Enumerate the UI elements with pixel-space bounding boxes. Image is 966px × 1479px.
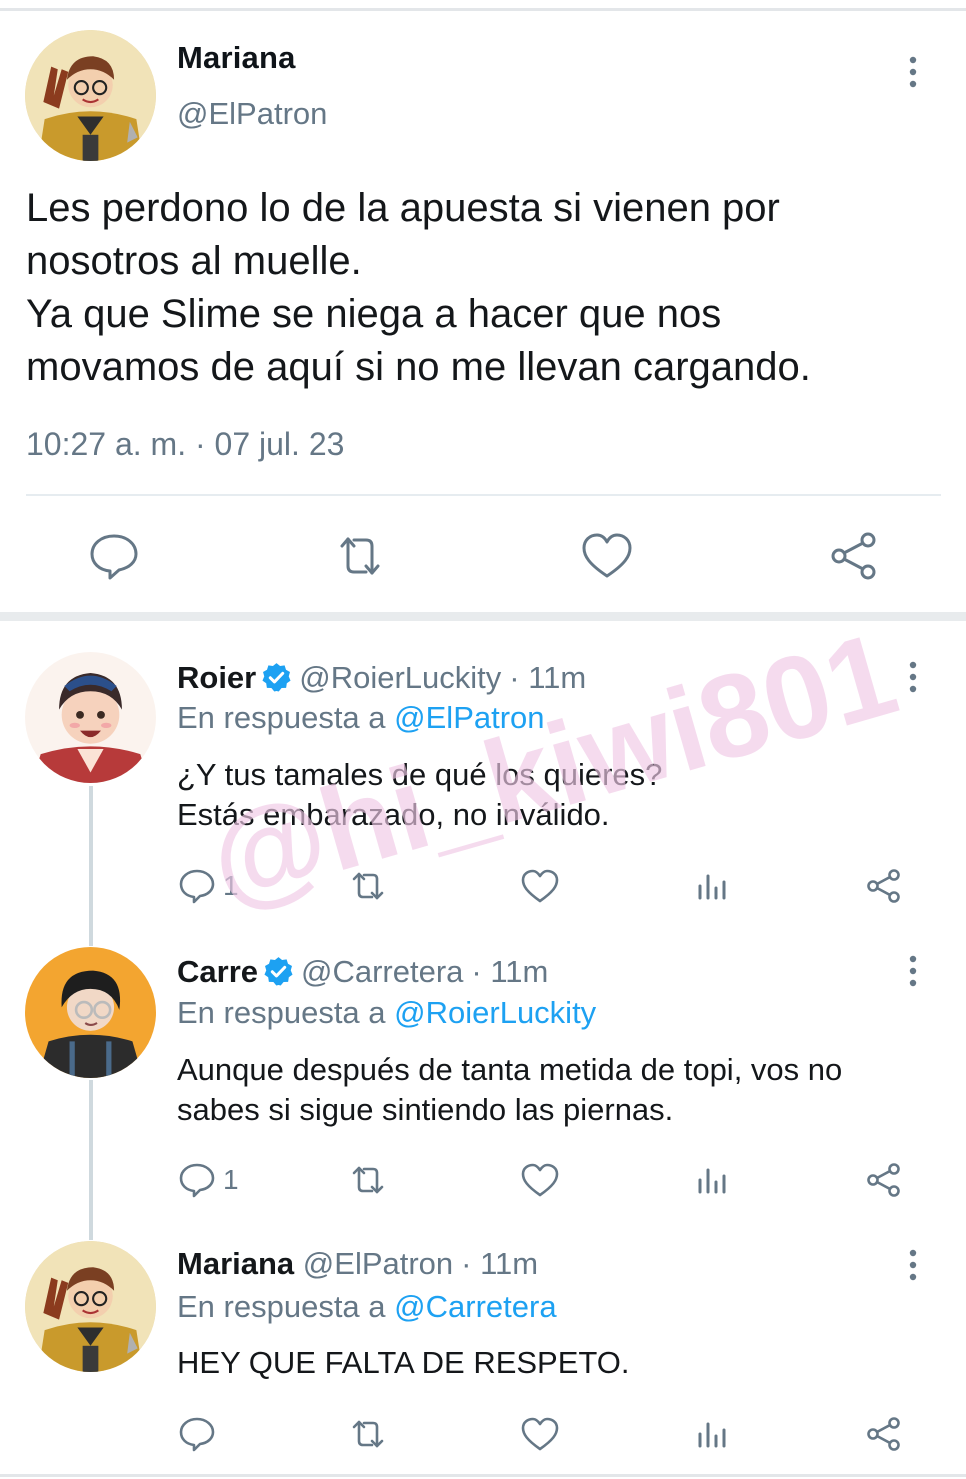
analytics-button[interactable] [692,1412,732,1456]
comment-icon [179,869,215,904]
main-tweet-line: nosotros al muelle. [26,239,362,283]
retweet-icon [352,872,384,900]
reply-button[interactable] [86,528,142,584]
main-tweet-line: Les perdono lo de la apuesta si vienen p… [26,186,780,230]
reply-time: · 11m [471,954,549,989]
reply-text-line: ¿Y tus tamales de qué los quieres? [177,757,663,792]
reply-button[interactable]: 1 [177,864,239,908]
reply-button[interactable] [177,1412,217,1456]
thread-line [89,786,93,946]
main-tweet-line: movamos de aquí si no me llevan cargando… [26,345,811,389]
reply-target-link[interactable]: @ElPatron [394,700,544,735]
more-options-icon[interactable] [898,951,928,991]
reply-text: ¿Y tus tamales de qué los quieres? Estás… [177,755,947,835]
like-button[interactable] [520,864,560,908]
heart-icon [521,1417,559,1451]
reply-author-handle[interactable]: @RoierLuckity [299,660,501,695]
share-button[interactable] [864,1412,904,1456]
like-button[interactable] [579,528,635,584]
like-button[interactable] [520,1412,560,1456]
reply-context: En respuesta a @Carretera [177,1289,557,1325]
share-icon [831,532,876,580]
share-icon [867,1163,900,1197]
reply-context: En respuesta a @ElPatron [177,700,545,736]
analytics-button[interactable] [692,1158,732,1202]
avatar-carre[interactable] [25,947,156,1078]
retweet-icon [352,1420,384,1448]
retweet-button[interactable] [348,1158,388,1202]
analytics-icon [698,1168,726,1194]
bottom-divider [0,1474,966,1477]
reply-count: 1 [223,1164,239,1195]
heart-icon [582,533,632,578]
like-button[interactable] [520,1158,560,1202]
reply-author-name[interactable]: Roier [177,660,256,695]
reply-text: Aunque después de tanta metida de topi, … [177,1050,947,1130]
main-author-handle[interactable]: @ElPatron [177,96,327,132]
reply-button[interactable]: 1 [177,1158,239,1202]
thread-line [89,1080,93,1240]
reply-target-link[interactable]: @Carretera [394,1289,556,1324]
retweet-button[interactable] [348,864,388,908]
reply-text-line: Estás embarazado, no inválido. [177,797,610,832]
verified-badge-icon [264,957,293,986]
main-tweet-line: Ya que Slime se niega a hacer que nos [26,292,722,336]
reply-text: HEY QUE FALTA DE RESPETO. [177,1343,947,1383]
more-options-icon[interactable] [898,1245,928,1285]
section-separator [0,612,966,621]
reply-header: Roier @RoierLuckity · 11m [177,660,586,696]
verified-badge-icon [262,663,291,692]
retweet-icon [340,537,380,575]
comment-icon [90,534,138,580]
share-button[interactable] [864,1158,904,1202]
reply-text-line: sabes si sigue sintiendo las piernas. [177,1092,674,1127]
reply-context: En respuesta a @RoierLuckity [177,995,596,1031]
share-icon [867,1417,900,1451]
analytics-icon [698,874,726,900]
main-tweet-timestamp[interactable]: 10:27 a. m. · 07 jul. 23 [26,426,344,463]
avatar-mariana[interactable] [25,1241,156,1372]
more-options-icon[interactable] [898,657,928,697]
comment-icon [179,1163,215,1198]
reply-header: Mariana @ElPatron · 11m [177,1246,538,1282]
reply-text-line: HEY QUE FALTA DE RESPETO. [177,1345,630,1380]
reply-prefix: En respuesta a [177,1289,386,1324]
reply-author-name[interactable]: Mariana [177,1246,294,1281]
main-author-name[interactable]: Mariana [177,40,296,76]
top-divider [0,8,966,11]
reply-author-handle[interactable]: @ElPatron [303,1246,453,1281]
share-button[interactable] [864,864,904,908]
heart-icon [521,869,559,903]
main-tweet-text: Les perdono lo de la apuesta si vienen p… [26,182,946,394]
analytics-button[interactable] [692,864,732,908]
avatar-roier[interactable] [25,652,156,783]
reply-target-link[interactable]: @RoierLuckity [394,995,596,1030]
reply-count: 1 [223,870,239,901]
reply-header: Carre @Carretera · 11m [177,954,548,990]
more-options-icon[interactable] [898,52,928,92]
retweet-button[interactable] [332,528,388,584]
reply-prefix: En respuesta a [177,995,386,1030]
reply-time: · 11m [461,1246,539,1281]
reply-author-name[interactable]: Carre [177,954,258,989]
share-icon [867,869,900,903]
analytics-icon [698,1422,726,1448]
heart-icon [521,1163,559,1197]
retweet-icon [352,1166,384,1194]
reply-author-handle[interactable]: @Carretera [301,954,463,989]
divider [26,494,941,496]
reply-time: · 11m [509,660,587,695]
avatar-mariana[interactable] [25,30,156,161]
comment-icon [179,1417,215,1452]
reply-prefix: En respuesta a [177,700,386,735]
retweet-button[interactable] [348,1412,388,1456]
reply-text-line: Aunque después de tanta metida de topi, … [177,1052,843,1087]
share-button[interactable] [826,528,882,584]
